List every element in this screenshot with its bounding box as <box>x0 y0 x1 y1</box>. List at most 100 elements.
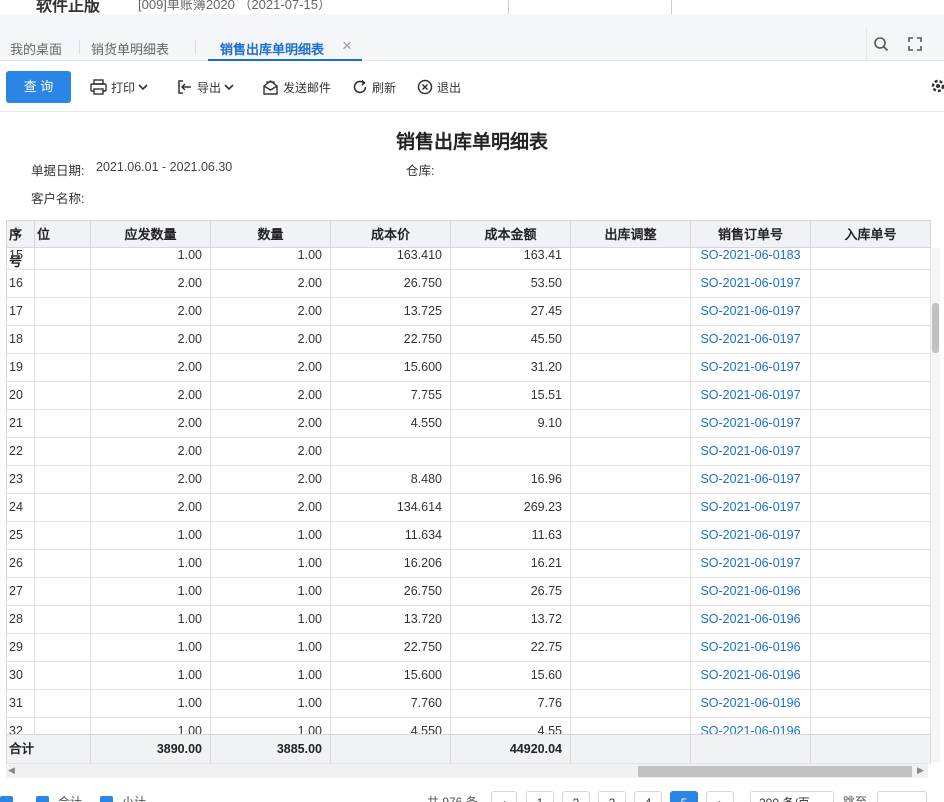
cell-sales-order[interactable]: SO-2021-06-0196 <box>691 718 811 734</box>
scroll-right-icon[interactable]: ▶ <box>917 765 924 776</box>
table-row[interactable]: 32 1.00 1.00 4.550 4.55 SO-2021-06-0196 <box>7 718 931 734</box>
send-email-label: 发送邮件 <box>283 80 332 95</box>
cell-sales-order[interactable]: SO-2021-06-0197 <box>691 438 811 465</box>
cell-sales-order[interactable]: SO-2021-06-0197 <box>691 354 811 381</box>
cell-unit-cost: 15.600 <box>331 354 451 381</box>
settings-icon[interactable] <box>930 78 944 94</box>
column-header-sales-order[interactable]: 销售订单号 <box>691 221 811 248</box>
cell-sales-order[interactable]: SO-2021-06-0196 <box>691 606 811 633</box>
checkbox-icon[interactable] <box>0 796 13 802</box>
column-header-unit-cost[interactable]: 成本价 <box>331 221 451 248</box>
cell-cost-amount: 16.21 <box>451 550 571 577</box>
table-row[interactable]: 24 2.00 2.00 134.614 269.23 SO-2021-06-0197 <box>7 494 931 522</box>
cell-qty: 1.00 <box>211 718 331 734</box>
cell-unit <box>35 438 91 465</box>
table-row[interactable]: 27 1.00 1.00 26.750 26.75 SO-2021-06-0196 <box>7 578 931 606</box>
tab-sales-detail[interactable]: 销货单明细表 <box>91 39 169 58</box>
horizontal-scrollbar[interactable]: ◀ ▶ <box>6 763 928 778</box>
table-row[interactable]: 31 1.00 1.00 7.760 7.76 SO-2021-06-0196 <box>7 690 931 718</box>
cell-sales-order[interactable]: SO-2021-06-0197 <box>691 522 811 549</box>
close-icon[interactable]: × <box>342 36 352 56</box>
cell-sales-order[interactable]: SO-2021-06-0197 <box>691 298 811 325</box>
column-header-inbound-no[interactable]: 入库单号 <box>811 221 931 248</box>
column-header-outbound-adjust[interactable]: 出库调整 <box>571 221 691 248</box>
cell-unit-cost: 16.206 <box>331 550 451 577</box>
column-header-cost-amount[interactable]: 成本金额 <box>451 221 571 248</box>
table-row[interactable]: 21 2.00 2.00 4.550 9.10 SO-2021-06-0197 <box>7 410 931 438</box>
date-label: 单据日期: <box>31 164 85 178</box>
cell-sales-order[interactable]: SO-2021-06-0197 <box>691 326 811 353</box>
send-email-button[interactable]: 发送邮件 <box>262 78 331 96</box>
active-tab-indicator <box>208 59 362 61</box>
horizontal-scroll-thumb[interactable] <box>638 766 912 777</box>
table-row[interactable]: 28 1.00 1.00 13.720 13.72 SO-2021-06-0196 <box>7 606 931 634</box>
cell-unit <box>35 270 91 297</box>
column-header-qty-due[interactable]: 应发数量 <box>91 221 211 248</box>
table-row[interactable]: 19 2.00 2.00 15.600 31.20 SO-2021-06-0197 <box>7 354 931 382</box>
table-row[interactable]: 22 2.00 2.00 SO-2021-06-0197 <box>7 438 931 466</box>
fullscreen-icon[interactable] <box>908 37 922 51</box>
table-row[interactable]: 18 2.00 2.00 22.750 45.50 SO-2021-06-0197 <box>7 326 931 354</box>
table-row[interactable]: 23 2.00 2.00 8.480 16.96 SO-2021-06-0197 <box>7 466 931 494</box>
column-header-qty[interactable]: 数量 <box>211 221 331 248</box>
cell-unit-cost: 163.410 <box>331 248 451 269</box>
account-select[interactable] <box>508 0 672 14</box>
tab-sales-outbound-detail[interactable]: 销售出库单明细表 <box>220 39 324 58</box>
cell-sales-order[interactable]: SO-2021-06-0197 <box>691 382 811 409</box>
scroll-left-icon[interactable]: ◀ <box>8 765 15 776</box>
jump-page-input[interactable] <box>877 791 927 802</box>
cell-sales-order[interactable]: SO-2021-06-0197 <box>691 270 811 297</box>
refresh-button[interactable]: 刷新 <box>352 78 396 96</box>
exit-button[interactable]: 退出 <box>417 78 461 96</box>
cell-unit-cost <box>331 438 451 465</box>
table-row[interactable]: 29 1.00 1.00 22.750 22.75 SO-2021-06-0196 <box>7 634 931 662</box>
vertical-scroll-thumb[interactable] <box>932 303 939 353</box>
cell-sales-order[interactable]: SO-2021-06-0196 <box>691 578 811 605</box>
table-row[interactable]: 25 1.00 1.00 11.634 11.63 SO-2021-06-0197 <box>7 522 931 550</box>
table-row[interactable]: 20 2.00 2.00 7.755 15.51 SO-2021-06-0197 <box>7 382 931 410</box>
cell-sales-order[interactable]: SO-2021-06-0196 <box>691 662 811 689</box>
page-2[interactable]: 2 <box>562 791 590 802</box>
cell-sales-order[interactable]: SO-2021-06-0197 <box>691 550 811 577</box>
page-4[interactable]: 4 <box>634 791 662 802</box>
cell-cost-amount: 4.55 <box>451 718 571 734</box>
next-page-button[interactable]: › <box>706 791 734 802</box>
cell-sales-order[interactable]: SO-2021-06-0197 <box>691 494 811 521</box>
column-header-unit[interactable]: 位 <box>35 221 91 248</box>
cell-qty: 1.00 <box>211 550 331 577</box>
page-3[interactable]: 3 <box>598 791 626 802</box>
cell-unit-cost: 11.634 <box>331 522 451 549</box>
subtotal-checkbox[interactable] <box>100 796 113 802</box>
prev-page-button[interactable]: ‹ <box>491 791 517 802</box>
table-row[interactable]: 17 2.00 2.00 13.725 27.45 SO-2021-06-0197 <box>7 298 931 326</box>
tab-divider <box>195 40 196 54</box>
cell-sales-order[interactable]: SO-2021-06-0183 <box>691 248 811 269</box>
footer-order <box>691 735 811 764</box>
cell-qty-due: 1.00 <box>91 718 211 734</box>
export-button[interactable]: 导出 <box>177 78 238 96</box>
table-row[interactable]: 16 2.00 2.00 26.750 53.50 SO-2021-06-0197 <box>7 270 931 298</box>
page-1[interactable]: 1 <box>526 791 554 802</box>
search-icon[interactable] <box>873 36 889 52</box>
print-button[interactable]: 打印 <box>90 78 152 96</box>
cell-qty: 2.00 <box>211 326 331 353</box>
cell-qty: 1.00 <box>211 248 331 269</box>
page-size-select[interactable]: 200 条/页 <box>750 791 834 802</box>
cell-index: 20 <box>7 382 35 409</box>
cell-sales-order[interactable]: SO-2021-06-0197 <box>691 410 811 437</box>
cell-sales-order[interactable]: SO-2021-06-0196 <box>691 690 811 717</box>
tab-my-desktop[interactable]: 我的桌面 <box>10 39 62 58</box>
table-row[interactable]: 26 1.00 1.00 16.206 16.21 SO-2021-06-0197 <box>7 550 931 578</box>
cell-inbound-no <box>811 438 931 465</box>
query-button[interactable]: 查 询 <box>6 71 71 103</box>
column-header-index[interactable]: 序号 <box>7 221 35 269</box>
total-checkbox[interactable] <box>36 796 49 802</box>
page-5[interactable]: 5 <box>670 791 698 802</box>
cell-qty-due: 1.00 <box>91 522 211 549</box>
vertical-scrollbar[interactable] <box>931 248 940 763</box>
cell-inbound-no <box>811 718 931 734</box>
table-row[interactable]: 15 1.00 1.00 163.410 163.41 SO-2021-06-0183 <box>7 248 931 270</box>
cell-sales-order[interactable]: SO-2021-06-0196 <box>691 634 811 661</box>
table-row[interactable]: 30 1.00 1.00 15.600 15.60 SO-2021-06-0196 <box>7 662 931 690</box>
cell-sales-order[interactable]: SO-2021-06-0197 <box>691 466 811 493</box>
